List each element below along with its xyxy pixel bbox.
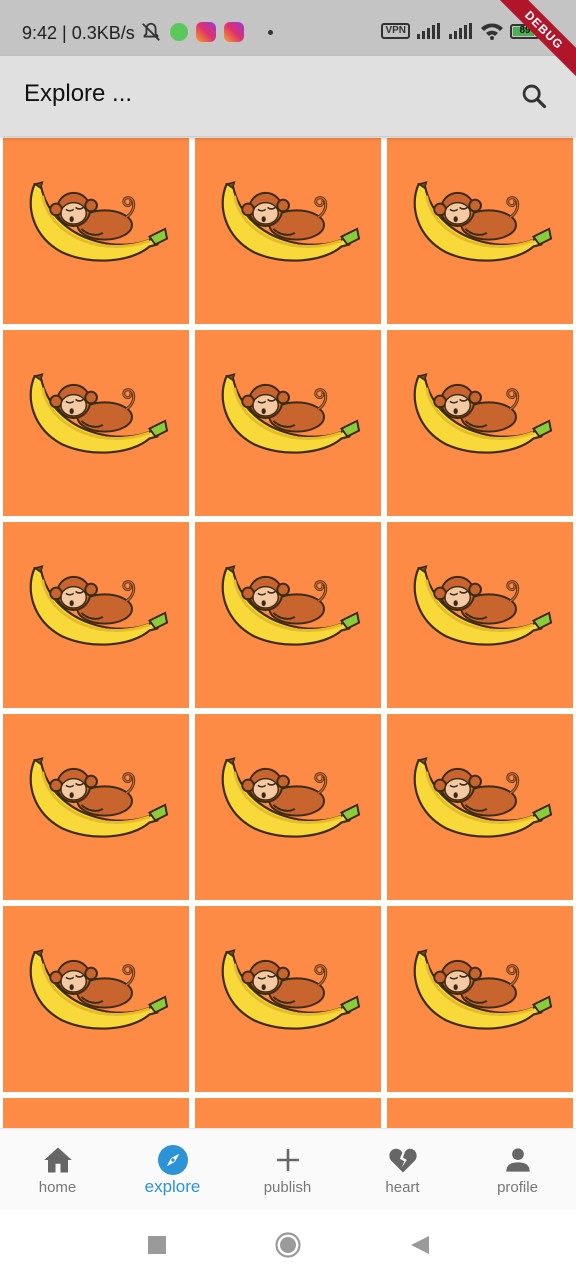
grid-tile[interactable] — [195, 330, 381, 516]
recents-button[interactable] — [144, 1232, 170, 1258]
back-button[interactable] — [407, 1232, 433, 1258]
grid-tile[interactable] — [3, 1098, 189, 1128]
home-button[interactable] — [275, 1232, 301, 1258]
monkey-banana-image — [407, 752, 553, 850]
monkey-banana-image — [407, 368, 553, 466]
app-bar: Explore ... — [0, 56, 576, 136]
grid-tile[interactable] — [3, 906, 189, 1092]
back-triangle-icon — [411, 1236, 429, 1254]
instagram-icon-2 — [224, 22, 244, 42]
monkey-banana-image — [23, 944, 169, 1042]
compass-icon — [157, 1145, 188, 1175]
home-icon — [43, 1145, 73, 1175]
system-status-icons: VPN 89 — [381, 22, 540, 40]
more-notifications-dot — [268, 29, 273, 35]
grid-tile[interactable] — [3, 522, 189, 708]
monkey-banana-image — [215, 560, 361, 658]
monkey-banana-image — [407, 560, 553, 658]
circle-icon — [275, 1232, 301, 1258]
grid-tile[interactable] — [387, 1098, 573, 1128]
grid-tile[interactable] — [195, 138, 381, 324]
status-time: 9:42 | 0.3KB/s — [22, 23, 135, 43]
grid-tile[interactable] — [3, 714, 189, 900]
page-title: Explore ... — [24, 80, 133, 107]
person-icon — [503, 1145, 533, 1175]
nav-label-publish: publish — [263, 1179, 312, 1196]
monkey-banana-image — [23, 176, 169, 274]
grid-tile[interactable] — [3, 138, 189, 324]
nav-item-profile[interactable]: profile — [460, 1129, 575, 1211]
nav-label-heart: heart — [385, 1179, 420, 1196]
monkey-banana-image — [407, 176, 553, 274]
system-navigation-bar — [0, 1210, 576, 1280]
green-app-icon — [170, 23, 188, 41]
plus-icon — [273, 1145, 303, 1175]
signal-icon — [417, 23, 440, 39]
grid-tile[interactable] — [387, 714, 573, 900]
signal-icon-2 — [449, 23, 472, 39]
grid-tile[interactable] — [195, 1098, 381, 1128]
vpn-badge: VPN — [381, 23, 410, 39]
instagram-icon — [196, 22, 216, 42]
battery-icon: 89 — [510, 23, 540, 39]
explore-grid[interactable] — [0, 138, 576, 1128]
grid-tile[interactable] — [387, 330, 573, 516]
monkey-banana-image — [215, 944, 361, 1042]
search-button[interactable] — [516, 78, 552, 114]
bottom-navigation: home explore publish heart profile — [0, 1128, 576, 1210]
monkey-banana-image — [215, 752, 361, 850]
broken-heart-icon — [388, 1145, 418, 1175]
status-bar: 9:42 | 0.3KB/s VPN 89 — [0, 0, 576, 56]
notification-icons — [140, 21, 273, 43]
monkey-banana-image — [215, 368, 361, 466]
monkey-banana-image — [23, 368, 169, 466]
grid-tile[interactable] — [195, 714, 381, 900]
monkey-banana-image — [215, 176, 361, 274]
nav-item-heart[interactable]: heart — [345, 1129, 460, 1211]
square-icon — [148, 1236, 166, 1254]
nav-label-explore: explore — [144, 1177, 201, 1196]
grid-tile[interactable] — [387, 906, 573, 1092]
monkey-banana-image — [23, 560, 169, 658]
nav-label-home: home — [38, 1179, 77, 1196]
nav-label-profile: profile — [497, 1179, 538, 1196]
nav-item-explore[interactable]: explore — [115, 1129, 230, 1211]
nav-item-publish[interactable]: publish — [230, 1129, 345, 1211]
monkey-banana-image — [407, 944, 553, 1042]
wifi-icon — [481, 23, 503, 40]
battery-level: 89 — [519, 24, 531, 36]
grid-tile[interactable] — [3, 330, 189, 516]
muted-bell-icon — [142, 22, 160, 41]
grid-tile[interactable] — [387, 522, 573, 708]
grid-tile[interactable] — [387, 138, 573, 324]
search-icon — [522, 84, 547, 109]
grid-tile[interactable] — [195, 906, 381, 1092]
monkey-banana-image — [23, 752, 169, 850]
nav-item-home[interactable]: home — [0, 1129, 115, 1211]
grid-tile[interactable] — [195, 522, 381, 708]
